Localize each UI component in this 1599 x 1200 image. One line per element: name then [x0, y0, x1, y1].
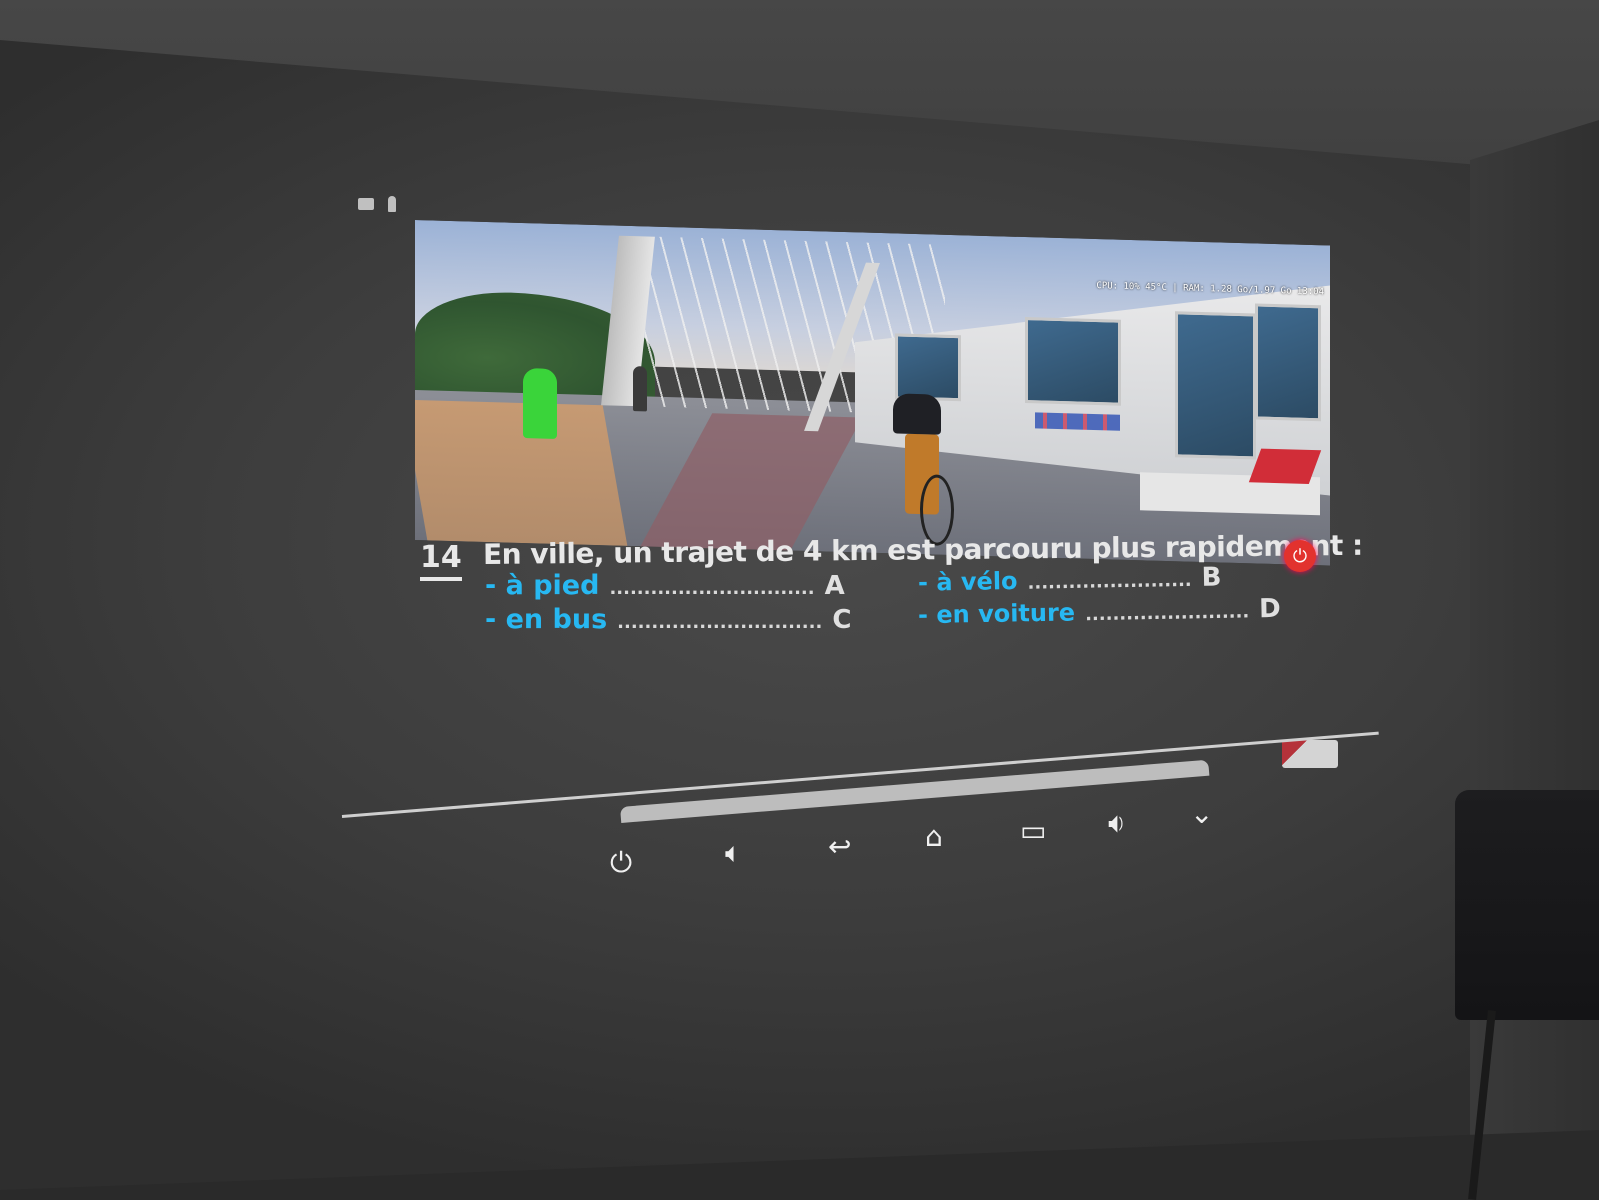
tram-window	[895, 333, 961, 402]
tram-window	[1175, 311, 1256, 460]
answer-dots: ........................	[1084, 601, 1250, 626]
answer-label: - à pied	[485, 570, 600, 601]
answer-letter: C	[832, 605, 852, 635]
answer-dots: ..............................	[609, 578, 815, 599]
recent-apps-icon[interactable]: ▭	[1020, 817, 1046, 845]
tram-graffiti	[1035, 412, 1120, 431]
screenshot-icon	[358, 198, 374, 210]
answer-letter: D	[1258, 593, 1282, 625]
volume-up-icon[interactable]: 🔉︎	[1108, 809, 1126, 837]
video-frame: CPU: 10% 45°C | RAM: 1.28 Go/1.97 Go 13:…	[415, 220, 1330, 566]
cyclist-body	[893, 393, 941, 435]
tram-window	[1025, 317, 1121, 406]
answer-letter: A	[824, 571, 845, 601]
power-icon[interactable]: ⏻	[610, 849, 632, 877]
question-number: 14	[420, 540, 462, 581]
notification-icon	[388, 196, 396, 212]
tram-window	[1255, 303, 1321, 422]
brand-logo	[1282, 740, 1338, 768]
answer-label: - à vélo	[917, 566, 1018, 597]
answer-label: - en voiture	[917, 598, 1076, 630]
sidewalk	[415, 399, 628, 546]
home-icon[interactable]: ⌂	[925, 823, 943, 851]
collapse-icon[interactable]: ⌄	[1190, 800, 1213, 828]
answer-a[interactable]: - à pied .............................. …	[485, 570, 845, 601]
answer-b[interactable]: - à vélo ........................ B	[918, 562, 1222, 597]
answer-c[interactable]: - en bus .............................. …	[485, 604, 851, 635]
timer-icon: ⏻	[1284, 540, 1316, 572]
status-icons	[358, 196, 396, 212]
nav-bar: ⏻ 🔈︎ ↩ ⌂ ▭ 🔉︎ ⌄	[610, 800, 1230, 885]
answer-dots: ..............................	[617, 612, 823, 633]
red-seat	[1248, 448, 1322, 484]
answer-letter: B	[1201, 562, 1222, 593]
back-icon[interactable]: ↩	[828, 833, 851, 861]
highlighted-pedestrian	[523, 368, 557, 439]
volume-down-icon[interactable]: 🔈︎	[725, 839, 742, 867]
answer-dots: ........................	[1027, 569, 1192, 594]
distant-pedestrian	[633, 366, 647, 412]
answer-d[interactable]: - en voiture ........................ D	[918, 594, 1281, 630]
bridge-scene	[415, 220, 1330, 566]
answer-label: - en bus	[485, 604, 608, 635]
chair	[1455, 790, 1599, 1020]
